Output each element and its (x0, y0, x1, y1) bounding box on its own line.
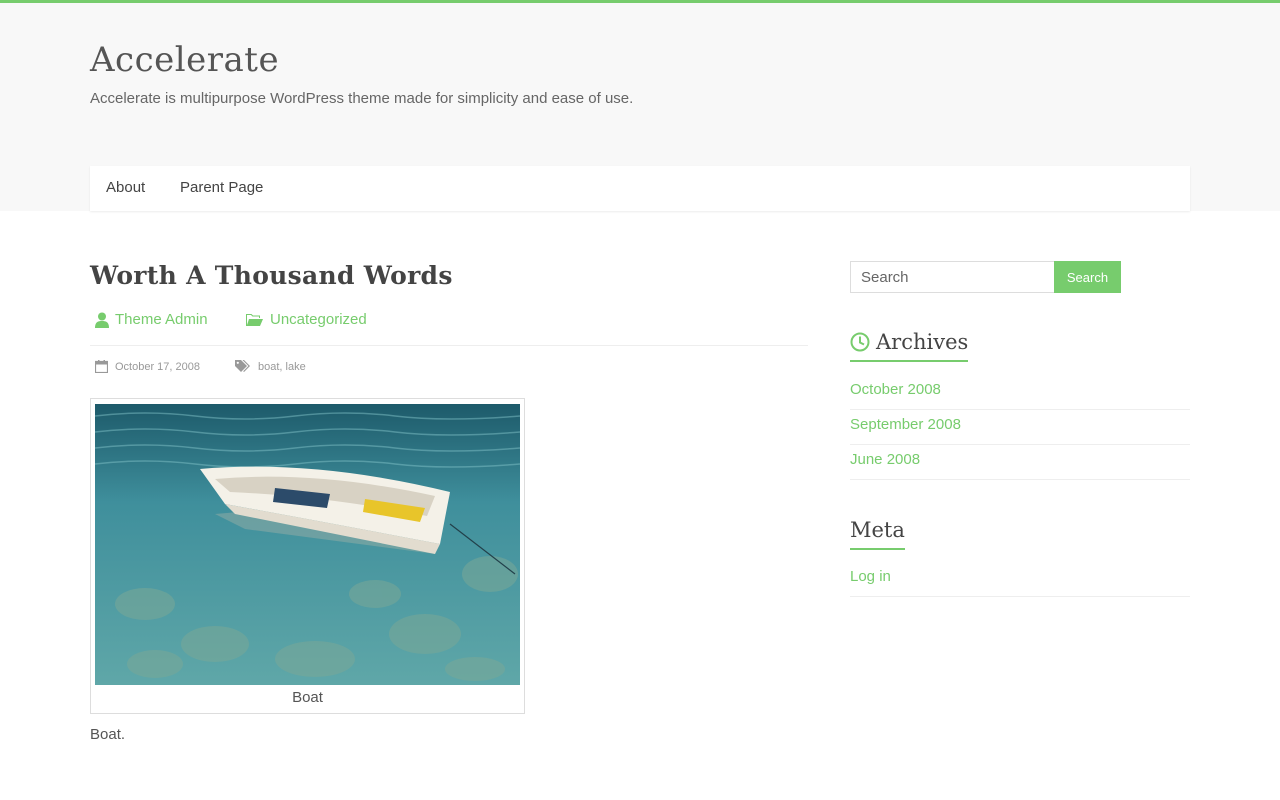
post-date: October 17, 2008 (95, 360, 200, 373)
post-tags: boat, lake (235, 360, 306, 373)
list-item: October 2008 (850, 375, 1190, 410)
main-navigation: About Parent Page (90, 166, 1190, 211)
archive-link-october-2008[interactable]: October 2008 (850, 381, 941, 398)
author-link[interactable]: Theme Admin (115, 311, 208, 328)
folder-open-icon (246, 313, 263, 326)
login-link[interactable]: Log in (850, 568, 891, 585)
site-description: Accelerate is multipurpose WordPress the… (90, 90, 634, 107)
post-author: Theme Admin (95, 311, 208, 328)
post-title[interactable]: Worth A Thousand Words (90, 261, 453, 290)
archives-widget-title: Archives (850, 330, 969, 362)
meta-widget-title: Meta (850, 518, 905, 550)
list-item: Log in (850, 562, 1190, 597)
date-link[interactable]: October 17, 2008 (115, 361, 200, 373)
calendar-icon (95, 360, 108, 373)
meta-list: Log in (850, 562, 1190, 597)
tag-link[interactable]: boat (258, 361, 279, 373)
post-category: Uncategorized (246, 311, 367, 328)
post-figure: Boat (90, 398, 525, 714)
tag-separator: , (279, 360, 283, 373)
archive-link-june-2008[interactable]: June 2008 (850, 451, 920, 468)
clock-icon (850, 332, 870, 352)
tag-link[interactable]: lake (286, 361, 306, 373)
boat-photo[interactable] (95, 404, 520, 685)
search-button[interactable]: Search (1054, 261, 1121, 293)
archives-list: October 2008 September 2008 June 2008 (850, 375, 1190, 480)
nav-item-parent-page[interactable]: Parent Page (180, 179, 263, 196)
meta-title-text: Meta (850, 518, 905, 542)
figure-caption: Boat (292, 689, 323, 706)
category-link[interactable]: Uncategorized (270, 311, 367, 328)
user-icon (95, 312, 109, 328)
meta-divider (90, 345, 808, 346)
list-item: June 2008 (850, 445, 1190, 480)
nav-item-about[interactable]: About (106, 179, 145, 196)
post-content: Boat. (90, 726, 126, 743)
archives-title-text: Archives (876, 330, 969, 354)
site-title[interactable]: Accelerate (90, 40, 279, 80)
search-input[interactable] (850, 261, 1055, 293)
archive-link-september-2008[interactable]: September 2008 (850, 416, 961, 433)
tags-icon (235, 360, 250, 372)
list-item: September 2008 (850, 410, 1190, 445)
